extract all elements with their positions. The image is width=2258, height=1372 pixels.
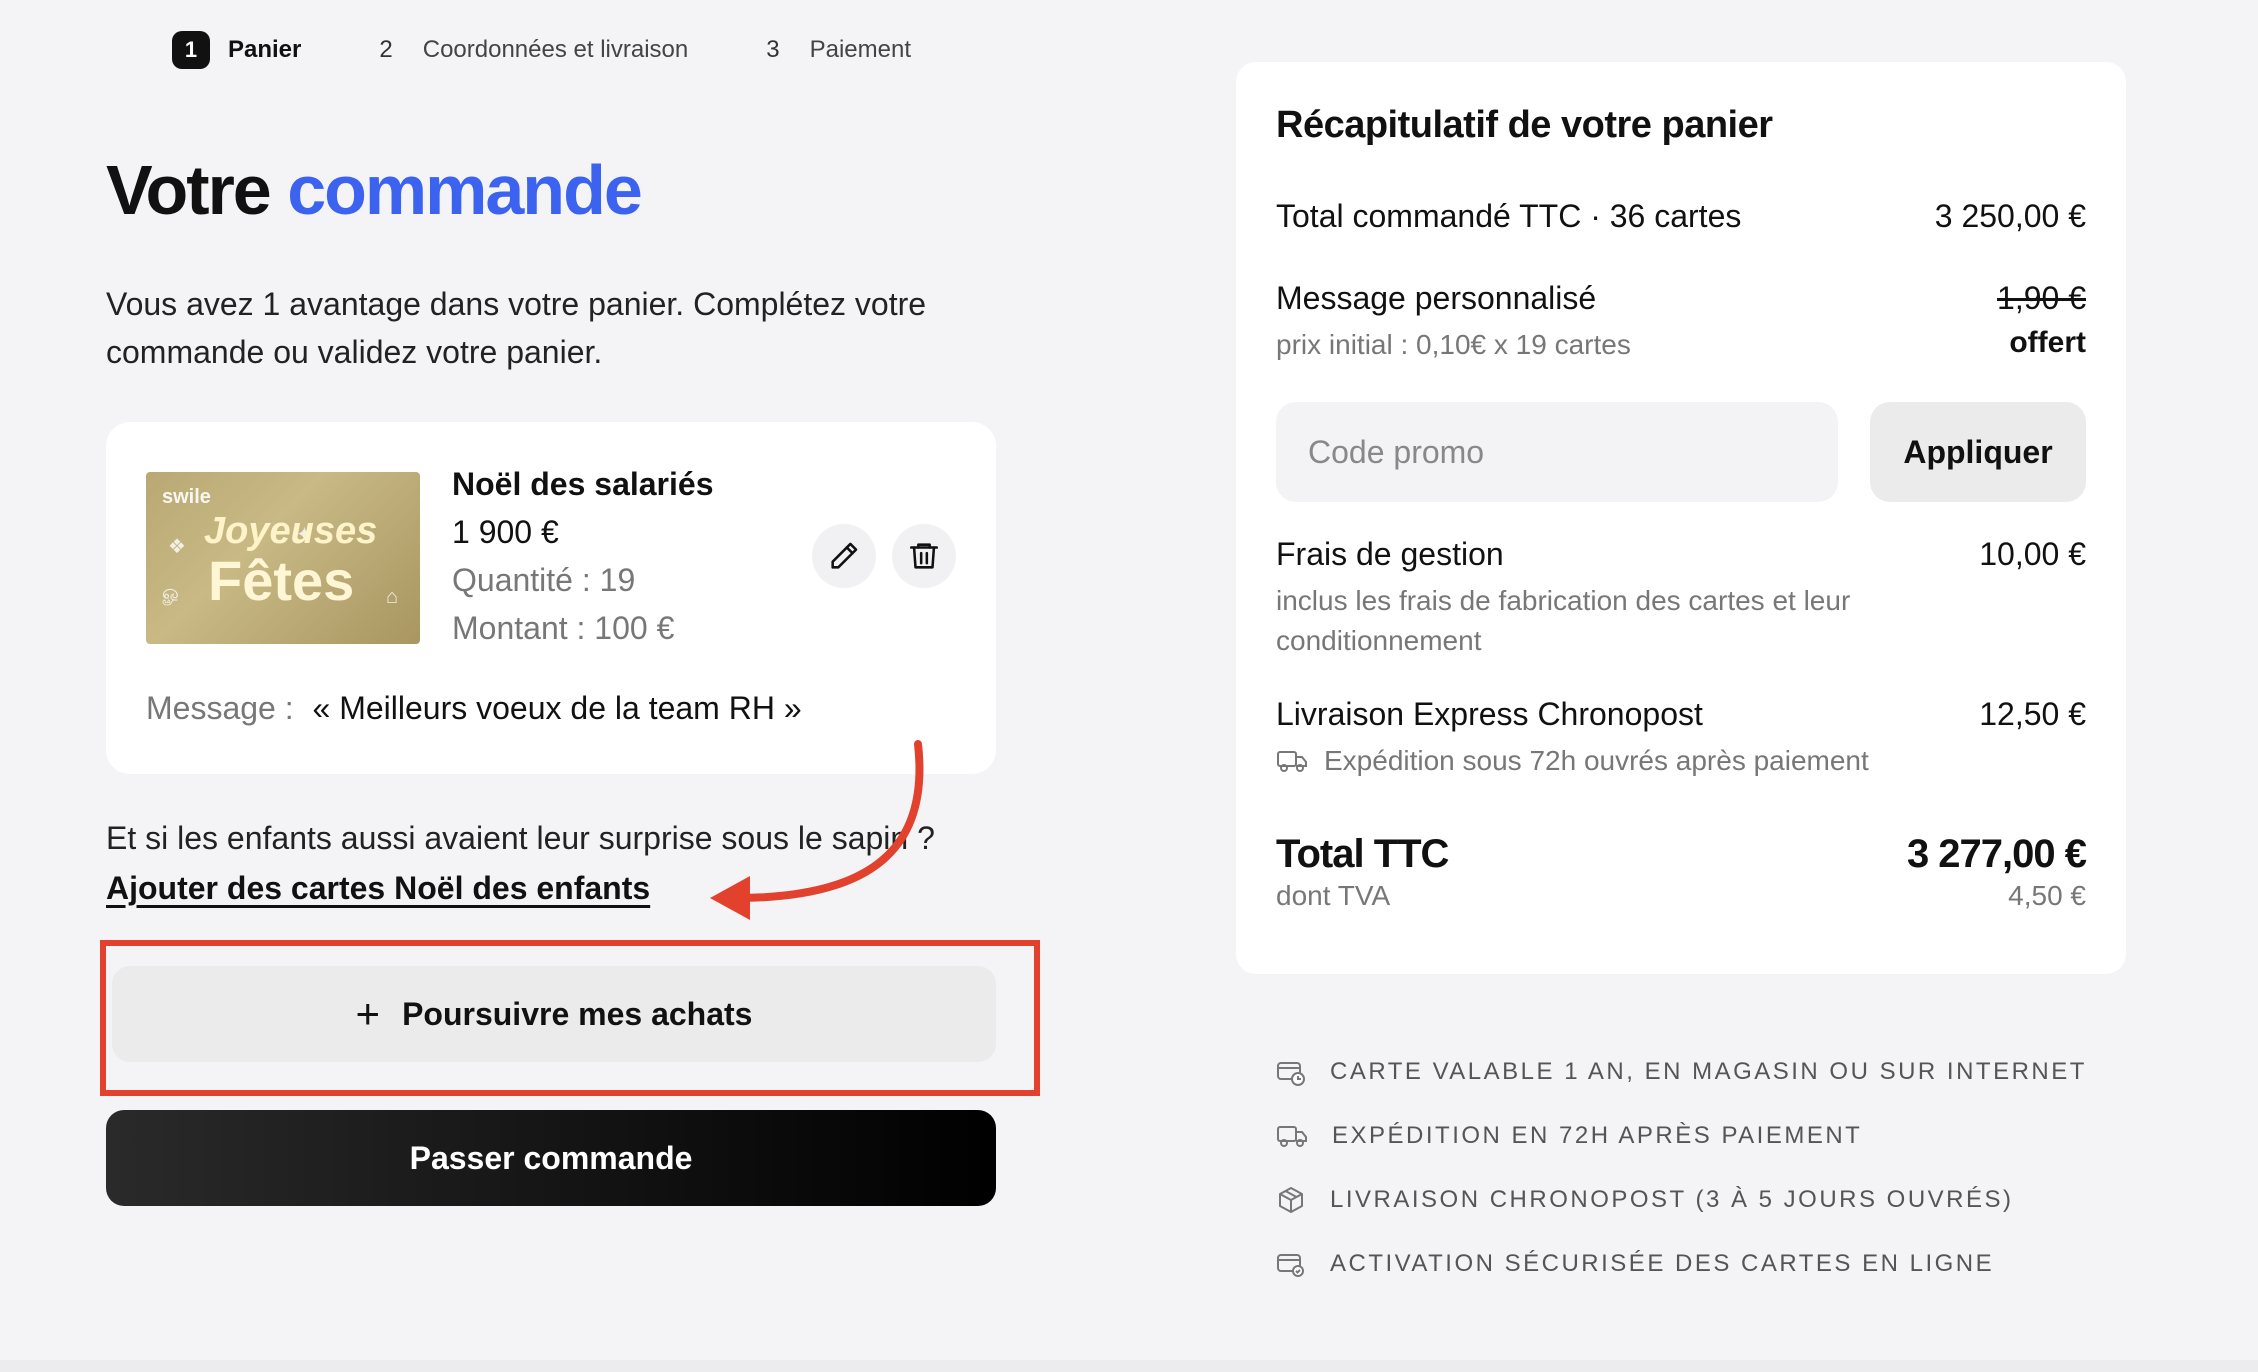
step-number: 3	[766, 36, 780, 63]
delivery-sub: Expédition sous 72h ouvrés après paiemen…	[1324, 745, 1869, 776]
title-accent: commande	[287, 151, 643, 229]
plus-icon: +	[355, 990, 381, 1037]
gift-card-image: swile ✦ ❖ ⌂ ௐ Joyeuses Fêtes	[146, 472, 420, 644]
continue-shopping-button[interactable]: + Poursuivre mes achats	[112, 966, 996, 1062]
step-label: Paiement	[809, 36, 911, 63]
reassurance-list: CARTE VALABLE 1 AN, EN MAGASIN OU SUR IN…	[1276, 1040, 2087, 1296]
product-quantity: Quantité : 19	[452, 562, 636, 598]
intro-text: Vous avez 1 avantage dans votre panier. …	[106, 286, 927, 370]
step-shipping[interactable]: 2 Coordonnées et livraison	[379, 36, 688, 64]
card-secure-icon	[1277, 1254, 1304, 1277]
checkout-stepper: 1 Panier 2 Coordonnées et livraison 3 Pa…	[172, 28, 989, 72]
feature-item: CARTE VALABLE 1 AN, EN MAGASIN OU SUR IN…	[1276, 1040, 2087, 1104]
delivery-sub-row: Expédition sous 72h ouvrés après paiemen…	[1276, 741, 2086, 781]
card-greeting-line1: Joyeuses	[204, 510, 378, 552]
page-bottom-strip	[0, 1360, 2258, 1372]
custom-message-free: offert	[2009, 326, 2086, 359]
custom-message-label: Message personnalisé	[1276, 280, 1597, 316]
product-price: 1 900 €	[452, 514, 559, 550]
step-payment[interactable]: 3 Paiement	[766, 36, 911, 64]
step-cart[interactable]: 1 Panier	[172, 31, 301, 69]
tva-value: 4,50 €	[2008, 880, 2086, 911]
step-label: Coordonnées et livraison	[422, 36, 689, 63]
total-ttc-value: 3 277,00 €	[1906, 832, 2087, 876]
promo-code-input[interactable]	[1276, 402, 1838, 502]
add-kids-cards-link[interactable]: Ajouter des cartes Noël des enfants	[106, 870, 650, 907]
fees-label: Frais de gestion	[1276, 536, 1504, 572]
summary-fees: Frais de gestion inclus les frais de fab…	[1276, 536, 2086, 661]
card-brand-logo: swile	[162, 486, 211, 508]
gift-icon: ⌂	[386, 586, 399, 608]
delete-item-button[interactable]	[892, 524, 956, 588]
gift-icon: ❖	[168, 536, 186, 558]
package-icon	[1279, 1187, 1303, 1213]
fees-value: 10,00 €	[1979, 536, 2086, 572]
card-greeting-line2: Fêtes	[208, 549, 355, 612]
product-amount: Montant : 100 €	[452, 610, 675, 646]
title-main: Votre	[106, 151, 272, 229]
step-label: Panier	[228, 36, 302, 63]
feature-label: LIVRAISON CHRONOPOST (3 À 5 JOURS OUVRÉS…	[1330, 1186, 2014, 1213]
summary-custom-message: Message personnalisé prix initial : 0,10…	[1276, 280, 2086, 365]
feature-label: CARTE VALABLE 1 AN, EN MAGASIN OU SUR IN…	[1330, 1058, 2087, 1085]
step-number: 1	[172, 31, 210, 69]
apply-promo-button[interactable]: Appliquer	[1870, 402, 2086, 502]
checkout-button[interactable]: Passer commande	[106, 1110, 996, 1206]
delivery-value: 12,50 €	[1979, 696, 2086, 732]
custom-message-sub: prix initial : 0,10€ x 19 cartes	[1276, 329, 1631, 360]
swirl-icon: ௐ	[162, 582, 182, 604]
feature-item: ACTIVATION SÉCURISÉE DES CARTES EN LIGNE	[1276, 1232, 2087, 1296]
cart-summary-panel: Récapitulatif de votre panier Total comm…	[1236, 62, 2126, 974]
truck-icon	[1277, 1126, 1307, 1147]
page-title: Votre commande	[106, 150, 643, 230]
feature-item: LIVRAISON CHRONOPOST (3 À 5 JOURS OUVRÉS…	[1276, 1168, 2087, 1232]
edit-item-button[interactable]	[812, 524, 876, 588]
trash-icon	[909, 543, 939, 569]
delivery-label: Livraison Express Chronopost	[1276, 696, 1703, 732]
summary-title: Récapitulatif de votre panier	[1276, 104, 1773, 146]
summary-delivery: Livraison Express Chronopost Expédition …	[1276, 696, 2086, 781]
message-label: Message :	[146, 690, 294, 726]
truck-icon	[1277, 751, 1307, 772]
continue-label: Poursuivre mes achats	[402, 995, 753, 1032]
product-message: Message : « Meilleurs voeux de la team R…	[146, 690, 802, 727]
cart-item-card: swile ✦ ❖ ⌂ ௐ Joyeuses Fêtes Noël des sa…	[106, 422, 996, 774]
step-number: 2	[379, 36, 393, 63]
product-name: Noël des salariés	[452, 466, 714, 502]
tva-label: dont TVA	[1276, 880, 1391, 911]
feature-label: EXPÉDITION EN 72H APRÈS PAIEMENT	[1332, 1122, 1863, 1149]
card-calendar-icon	[1277, 1062, 1305, 1086]
custom-message-old-price: 1,90 €	[1997, 280, 2086, 316]
fees-sub: inclus les frais de fabrication des cart…	[1276, 585, 1851, 656]
feature-item: EXPÉDITION EN 72H APRÈS PAIEMENT	[1276, 1104, 2087, 1168]
pencil-icon	[831, 542, 858, 569]
feature-label: ACTIVATION SÉCURISÉE DES CARTES EN LIGNE	[1330, 1250, 1995, 1277]
total-ttc-label: Total TTC	[1276, 832, 1449, 876]
annotation-arrow	[710, 740, 924, 920]
total-ordered-label: Total commandé TTC · 36 cartes	[1276, 198, 1742, 234]
summary-total-ordered: Total commandé TTC · 36 cartes 3 250,00 …	[1276, 198, 2086, 235]
message-text: « Meilleurs voeux de la team RH »	[312, 690, 802, 726]
total-ordered-value: 3 250,00 €	[1934, 198, 2086, 234]
